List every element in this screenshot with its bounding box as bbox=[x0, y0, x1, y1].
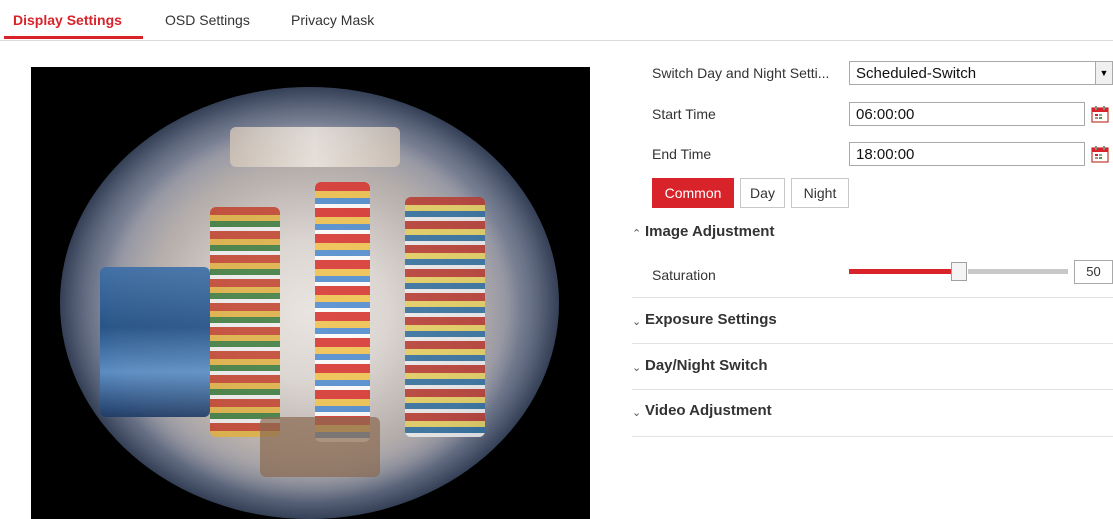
tab-bar: Display Settings OSD Settings Privacy Ma… bbox=[0, 0, 1113, 41]
video-adjustment-header[interactable]: Video Adjustment bbox=[645, 402, 772, 419]
saturation-value-input[interactable]: 50 bbox=[1074, 260, 1113, 284]
active-tab-indicator bbox=[4, 36, 143, 39]
switch-day-night-label: Switch Day and Night Setti... bbox=[652, 65, 830, 81]
chevron-down-icon[interactable]: ▼ bbox=[1095, 62, 1112, 84]
chevron-down-icon[interactable]: ⌄ bbox=[632, 361, 641, 374]
chevron-up-icon[interactable]: ⌃ bbox=[632, 227, 641, 240]
common-mode-button[interactable]: Common bbox=[652, 178, 734, 208]
day-mode-button[interactable]: Day bbox=[740, 178, 785, 208]
start-time-label: Start Time bbox=[652, 106, 716, 122]
saturation-slider-handle[interactable] bbox=[951, 262, 967, 281]
day-night-switch-header[interactable]: Day/Night Switch bbox=[645, 357, 768, 374]
exposure-settings-header[interactable]: Exposure Settings bbox=[645, 311, 777, 328]
fisheye-camera-image bbox=[60, 87, 559, 519]
end-time-label: End Time bbox=[652, 146, 712, 162]
switch-day-night-value: Scheduled-Switch bbox=[856, 65, 977, 82]
calendar-icon[interactable] bbox=[1091, 145, 1109, 163]
section-divider bbox=[632, 436, 1113, 437]
section-divider bbox=[632, 343, 1113, 344]
night-mode-button[interactable]: Night bbox=[791, 178, 849, 208]
switch-day-night-select[interactable]: Scheduled-Switch ▼ bbox=[849, 61, 1113, 85]
chevron-down-icon[interactable]: ⌄ bbox=[632, 406, 641, 419]
start-time-input[interactable]: 06:00:00 bbox=[849, 102, 1085, 126]
end-time-input[interactable]: 18:00:00 bbox=[849, 142, 1085, 166]
start-time-value: 06:00:00 bbox=[856, 106, 915, 123]
end-time-value: 18:00:00 bbox=[856, 146, 915, 163]
section-divider bbox=[632, 389, 1113, 390]
saturation-label: Saturation bbox=[652, 267, 716, 283]
saturation-slider-fill[interactable] bbox=[849, 269, 954, 274]
chevron-down-icon[interactable]: ⌄ bbox=[632, 315, 641, 328]
section-divider bbox=[632, 297, 1113, 298]
calendar-icon[interactable] bbox=[1091, 105, 1109, 123]
tab-display-settings[interactable]: Display Settings bbox=[13, 12, 122, 28]
live-preview bbox=[31, 67, 590, 519]
tab-privacy-mask[interactable]: Privacy Mask bbox=[291, 12, 374, 28]
image-adjustment-header[interactable]: Image Adjustment bbox=[645, 223, 774, 240]
tab-osd-settings[interactable]: OSD Settings bbox=[165, 12, 250, 28]
saturation-slider-track[interactable] bbox=[968, 269, 1068, 274]
